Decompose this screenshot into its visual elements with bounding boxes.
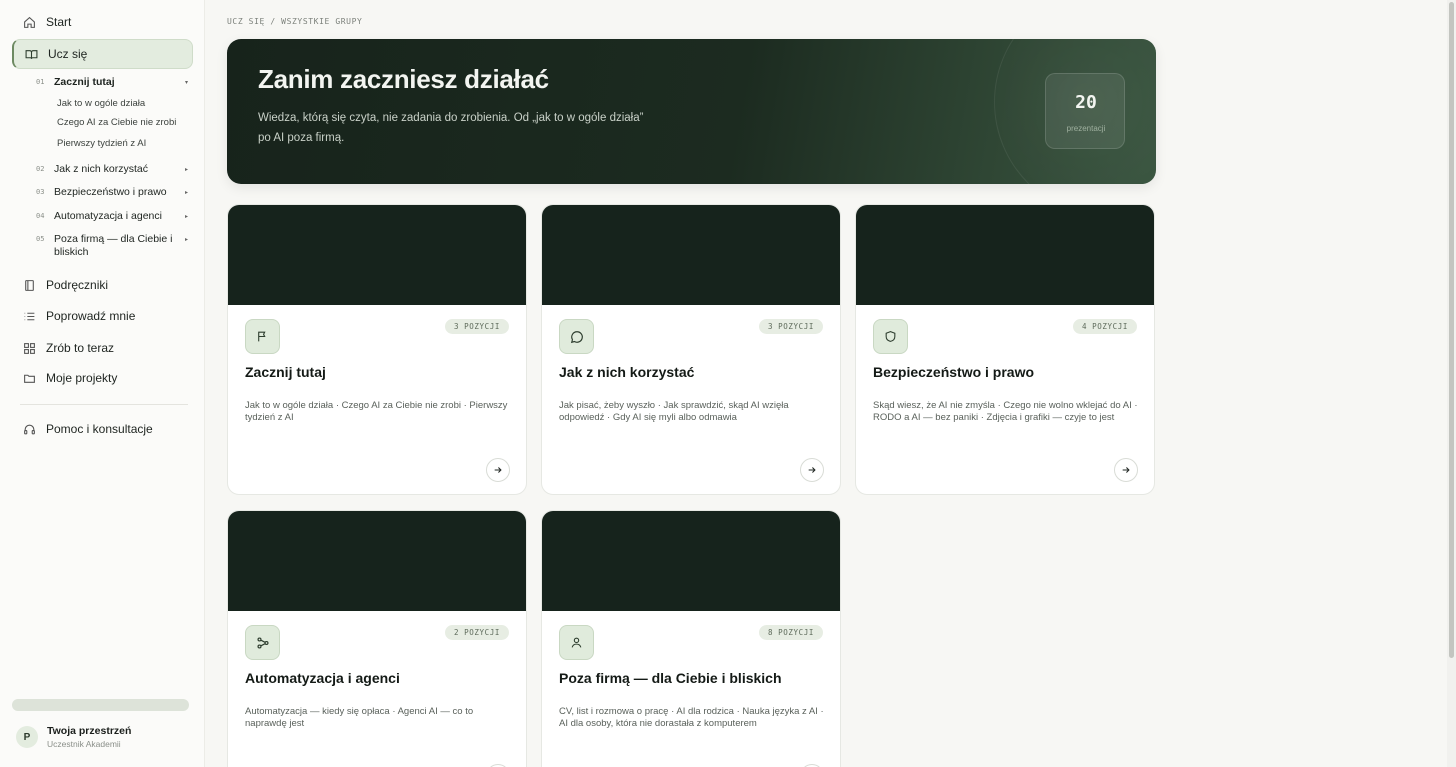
group-label: Bezpieczeństwo i prawo — [54, 186, 167, 198]
card-description: Jak to w ogóle działa · Czego AI za Cieb… — [245, 400, 508, 423]
nav-pomoc-label: Pomoc i konsultacje — [46, 422, 153, 436]
user-icon — [559, 625, 594, 660]
nav-moje-projekty-label: Moje projekty — [46, 371, 118, 385]
breadcrumb[interactable]: UCZ SIĘ / WSZYSTKIE GRUPY — [227, 17, 362, 26]
caret-right-icon: ▸ — [185, 237, 189, 243]
book-icon — [22, 278, 36, 292]
card-title: Bezpieczeństwo i prawo — [873, 364, 1035, 380]
arrow-right-icon[interactable] — [800, 458, 824, 482]
group-card-jak-korzystac[interactable]: 3 POZYCJI Jak z nich korzystać Jak pisać… — [541, 204, 841, 495]
nav-podreczniki-label: Podręczniki — [46, 278, 109, 292]
group-card-zacznij-tutaj[interactable]: 3 POZYCJI Zacznij tutaj Jak to w ogóle d… — [227, 204, 527, 495]
count-badge: 3 POZYCJI — [444, 319, 509, 334]
arrow-right-icon[interactable] — [486, 458, 510, 482]
count-badge: 3 POZYCJI — [758, 319, 823, 334]
shield-icon — [873, 319, 908, 354]
headphones-icon — [22, 422, 36, 436]
nav-moje-projekty[interactable]: Moje projekty — [12, 364, 193, 392]
folder-icon — [22, 371, 36, 385]
group-card-bezpieczenstwo[interactable]: 4 POZYCJI Bezpieczeństwo i prawo Skąd wi… — [855, 204, 1155, 495]
card-title: Automatyzacja i agenci — [245, 670, 400, 686]
presentations-count: 20 prezentacji — [1045, 73, 1125, 149]
hero-description: Wiedza, którą się czyta, nie zadania do … — [258, 112, 644, 144]
flag-icon — [245, 319, 280, 354]
group-number: 01 — [36, 78, 45, 86]
group-label: Zacznij tutaj — [54, 76, 115, 88]
nav-ucz-sie[interactable]: Ucz się — [12, 39, 193, 69]
list-icon — [22, 309, 36, 323]
presentations-count-value: 20 — [1075, 92, 1097, 113]
group-number: 04 — [36, 212, 45, 220]
card-cover — [542, 511, 840, 611]
hero-banner: Zanim zaczniesz działać Wiedza, którą si… — [227, 39, 1156, 184]
scrollbar-thumb[interactable] — [1449, 2, 1454, 658]
nav-zrob-to-teraz-label: Zrób to teraz — [46, 341, 115, 355]
group-number: 05 — [36, 235, 45, 243]
nav-ucz-sie-label: Ucz się — [48, 47, 88, 61]
caret-right-icon: ▸ — [185, 214, 189, 220]
workflow-icon — [245, 625, 280, 660]
card-description: Automatyzacja — kiedy się opłaca · Agenc… — [245, 706, 474, 729]
sidebar: Start Ucz się 01 Zacznij tutaj ▾ Jak to … — [0, 0, 205, 767]
count-badge: 2 POZYCJI — [444, 625, 509, 640]
page-title: Zanim zaczniesz działać — [258, 64, 549, 94]
group-label: Poza firmą — dla Ciebie i bliskich — [54, 233, 173, 258]
group-automatyzacja[interactable]: 04 Automatyzacja i agenci ▸ — [28, 210, 193, 223]
nav-poprowadz-mnie-label: Poprowadź mnie — [46, 309, 136, 323]
caret-right-icon: ▸ — [185, 190, 189, 196]
caret-right-icon: ▸ — [185, 167, 189, 173]
arrow-right-icon[interactable] — [1114, 458, 1138, 482]
workspace-name[interactable]: Twoja przestrzeń — [47, 725, 131, 737]
workspace-role: Uczestnik Akademii — [47, 739, 121, 749]
card-description: CV, list i rozmowa o pracę · AI dla rodz… — [559, 706, 824, 729]
count-badge: 8 POZYCJI — [758, 625, 823, 640]
count-badge: 4 POZYCJI — [1072, 319, 1137, 334]
leaf-czego-ai-nie-zrobi[interactable]: Czego AI za Ciebie nie zrobi — [57, 117, 176, 128]
caret-down-icon: ▾ — [185, 80, 189, 86]
nav-zrob-to-teraz[interactable]: Zrób to teraz — [12, 334, 193, 362]
card-title: Jak z nich korzystać — [559, 364, 695, 380]
group-card-automatyzacja[interactable]: 2 POZYCJI Automatyzacja i agenci Automat… — [227, 510, 527, 767]
nav-start[interactable]: Start — [12, 8, 193, 36]
card-description: Jak pisać, żeby wyszło · Jak sprawdzić, … — [559, 400, 789, 423]
card-description: Skąd wiesz, że AI nie zmyśla · Czego nie… — [873, 400, 1138, 423]
nav-pomoc[interactable]: Pomoc i konsultacje — [12, 415, 193, 443]
card-cover — [228, 511, 526, 611]
home-icon — [22, 15, 36, 29]
card-cover — [228, 205, 526, 305]
leaf-jak-to-dziala[interactable]: Jak to w ogóle działa — [57, 98, 145, 109]
leaf-pierwszy-tydzien[interactable]: Pierwszy tydzień z AI — [57, 138, 146, 149]
nav-start-label: Start — [46, 15, 72, 29]
group-label: Jak z nich korzystać — [54, 163, 148, 175]
group-jak-korzystac[interactable]: 02 Jak z nich korzystać ▸ — [28, 163, 193, 176]
group-label: Automatyzacja i agenci — [54, 210, 162, 222]
group-zacznij-tutaj[interactable]: 01 Zacznij tutaj ▾ — [28, 76, 193, 89]
grid-icon — [22, 341, 36, 355]
group-bezpieczenstwo[interactable]: 03 Bezpieczeństwo i prawo ▸ — [28, 186, 193, 199]
card-title: Zacznij tutaj — [245, 364, 326, 380]
nav-podreczniki[interactable]: Podręczniki — [12, 271, 193, 299]
group-number: 03 — [36, 188, 45, 196]
nav-poprowadz-mnie[interactable]: Poprowadź mnie — [12, 302, 193, 330]
scrollbar[interactable] — [1447, 0, 1456, 767]
sidebar-progress-bar — [12, 699, 189, 711]
presentations-count-label: prezentacji — [1066, 124, 1106, 133]
group-number: 02 — [36, 165, 45, 173]
group-card-poza-firma[interactable]: 8 POZYCJI Poza firmą — dla Ciebie i blis… — [541, 510, 841, 767]
sidebar-divider — [20, 404, 188, 405]
chat-icon — [559, 319, 594, 354]
avatar[interactable]: P — [16, 726, 38, 748]
group-poza-firma[interactable]: 05 Poza firmą — dla Ciebie i bliskich ▸ — [28, 233, 193, 259]
card-title: Poza firmą — dla Ciebie i bliskich — [559, 670, 782, 686]
card-cover — [542, 205, 840, 305]
book-open-icon — [24, 47, 38, 61]
card-cover — [856, 205, 1154, 305]
